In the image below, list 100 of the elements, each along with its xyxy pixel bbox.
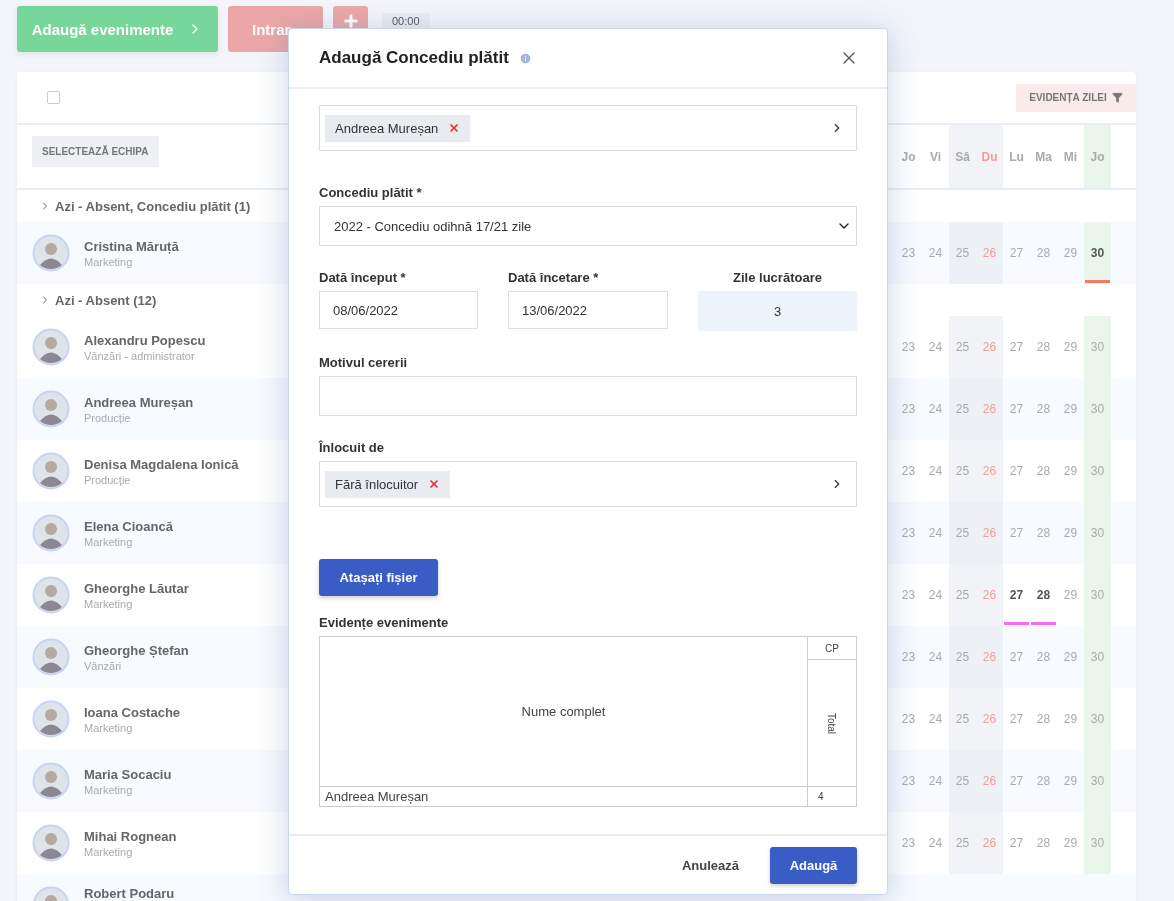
employee-name: Robert Podaru bbox=[84, 886, 175, 901]
day-cell-text: 29 bbox=[1062, 587, 1079, 604]
day-cell: 30 bbox=[1084, 688, 1111, 750]
weekday-header: Sâ bbox=[949, 125, 976, 188]
employee-name: Alexandru Popescu bbox=[84, 332, 206, 348]
attach-file-button[interactable]: Atașați fișier bbox=[319, 559, 438, 596]
replacement-select[interactable]: Fără înlocuitor bbox=[319, 461, 857, 507]
employee-name: Denisa Magdalena Ionică bbox=[84, 456, 239, 472]
field-label: Motivul cererii bbox=[319, 355, 409, 370]
selected-tag: Fără înlocuitor bbox=[325, 470, 451, 498]
day-cell-text: 27 bbox=[1008, 649, 1025, 666]
day-cell: 26 bbox=[976, 222, 1003, 284]
avatar bbox=[32, 638, 70, 676]
day-cell: 25 bbox=[949, 626, 976, 688]
day-cell-text: 23 bbox=[900, 835, 917, 852]
table-header: Nume complet bbox=[319, 636, 808, 787]
avatar bbox=[32, 328, 70, 366]
day-cell: 30 bbox=[1084, 750, 1111, 812]
field-label: Dată început * bbox=[319, 270, 407, 285]
weekday-header: Vi bbox=[928, 148, 943, 166]
avatar bbox=[32, 762, 70, 800]
weekday-header: Lu bbox=[1008, 148, 1025, 166]
day-cell: 26 bbox=[976, 626, 1003, 688]
day-cell-text: 24 bbox=[927, 835, 944, 852]
day-cell: 30 bbox=[1084, 502, 1111, 564]
day-cell-text: 29 bbox=[1062, 463, 1079, 480]
reason-field[interactable] bbox=[319, 376, 857, 416]
table-header: CP bbox=[807, 636, 857, 660]
day-cell-text: 28 bbox=[1035, 525, 1052, 542]
day-cell-text: 23 bbox=[900, 649, 917, 666]
group-title[interactable]: Azi - Absent (12) bbox=[55, 292, 157, 308]
day-cell: 25 bbox=[949, 812, 976, 874]
employee-team: Vânzări bbox=[84, 659, 123, 672]
day-cell: 30 bbox=[1084, 440, 1111, 502]
employee-name: Elena Cioancă bbox=[84, 518, 173, 534]
field-label: Zile lucrătoare bbox=[732, 270, 823, 285]
day-cell: 30 bbox=[1084, 378, 1111, 440]
day-cell: 25 bbox=[949, 222, 976, 284]
day-cell-text: 24 bbox=[927, 649, 944, 666]
day-cell-text: 28 bbox=[1035, 773, 1052, 790]
table-header: Total bbox=[826, 712, 838, 735]
remove-icon bbox=[428, 478, 441, 490]
day-cell-text: 23 bbox=[900, 711, 917, 728]
day-cell-text: 24 bbox=[927, 587, 944, 604]
employee-team: Marketing bbox=[84, 255, 134, 268]
day-cell: 25 bbox=[949, 688, 976, 750]
day-cell: 25 bbox=[949, 502, 976, 564]
day-cell-text: 29 bbox=[1062, 401, 1079, 418]
field-label: Înlocuit de bbox=[319, 440, 385, 455]
weekday-header: Jo bbox=[900, 148, 917, 166]
day-cell-text: 29 bbox=[1062, 649, 1079, 666]
end-date-field[interactable]: 13/06/2022 bbox=[508, 291, 668, 329]
day-cell-text: 29 bbox=[1062, 773, 1079, 790]
employee-name: Gheorghe Lăutar bbox=[84, 580, 189, 596]
day-cell-text: 28 bbox=[1035, 339, 1052, 356]
field-label: Concediu plătit * bbox=[319, 185, 423, 200]
time-label: 00:00 bbox=[382, 13, 430, 28]
employee-name: Maria Socaciu bbox=[84, 766, 172, 782]
day-cell: 30 bbox=[1084, 222, 1111, 284]
day-cell: 25 bbox=[949, 316, 976, 378]
day-cell-text: 23 bbox=[900, 401, 917, 418]
employee-team: Marketing bbox=[84, 721, 134, 734]
weekday-header: Ma bbox=[1034, 148, 1053, 166]
day-cell: 27 bbox=[1003, 564, 1030, 626]
field-label: Dată încetare * bbox=[508, 270, 600, 285]
start-date-field[interactable]: 08/06/2022 bbox=[319, 291, 478, 329]
add-button[interactable]: Adaugă bbox=[770, 846, 857, 884]
employee-select[interactable]: Andreea Mureșan bbox=[319, 105, 857, 151]
day-cell: 26 bbox=[976, 316, 1003, 378]
select-all-checkbox[interactable] bbox=[47, 91, 60, 104]
employee-team: Producție bbox=[84, 411, 132, 424]
leave-type-select[interactable]: 2022 - Concediu odihnă 17/21 zile bbox=[319, 206, 857, 246]
working-days-field: 3 bbox=[698, 291, 857, 331]
day-cell-text: 27 bbox=[1008, 401, 1025, 418]
day-cell: 28 bbox=[1030, 564, 1057, 626]
day-cell-text: 23 bbox=[900, 339, 917, 356]
day-cell: 26 bbox=[976, 812, 1003, 874]
day-cell: 30 bbox=[1084, 626, 1111, 688]
cancel-button[interactable]: Anulează bbox=[675, 856, 745, 874]
selected-tag: Andreea Mureșan bbox=[325, 114, 471, 142]
day-cell-text: 24 bbox=[927, 463, 944, 480]
filter-icon bbox=[1111, 92, 1123, 103]
day-cell: 25 bbox=[949, 564, 976, 626]
avatar bbox=[32, 514, 70, 552]
employee-name: Andreea Mureșan bbox=[84, 394, 194, 410]
day-cell: 25 bbox=[949, 440, 976, 502]
day-cell: 26 bbox=[976, 440, 1003, 502]
avatar bbox=[32, 700, 70, 738]
avatar bbox=[32, 824, 70, 862]
group-title[interactable]: Azi - Absent, Concediu plătit (1) bbox=[55, 198, 251, 214]
day-cell: 26 bbox=[976, 378, 1003, 440]
day-cell-text: 28 bbox=[1035, 401, 1052, 418]
table-cell: 4 bbox=[807, 786, 857, 807]
day-cell: 26 bbox=[976, 502, 1003, 564]
employee-team: Marketing bbox=[84, 783, 134, 796]
day-filter-button[interactable]: EVIDENȚA ZILEI bbox=[1016, 83, 1136, 112]
day-cell-text: 29 bbox=[1062, 339, 1079, 356]
day-cell: 25 bbox=[949, 750, 976, 812]
avatar bbox=[32, 452, 70, 490]
select-team-button[interactable]: SELECTEAZĂ ECHIPA bbox=[32, 136, 159, 167]
